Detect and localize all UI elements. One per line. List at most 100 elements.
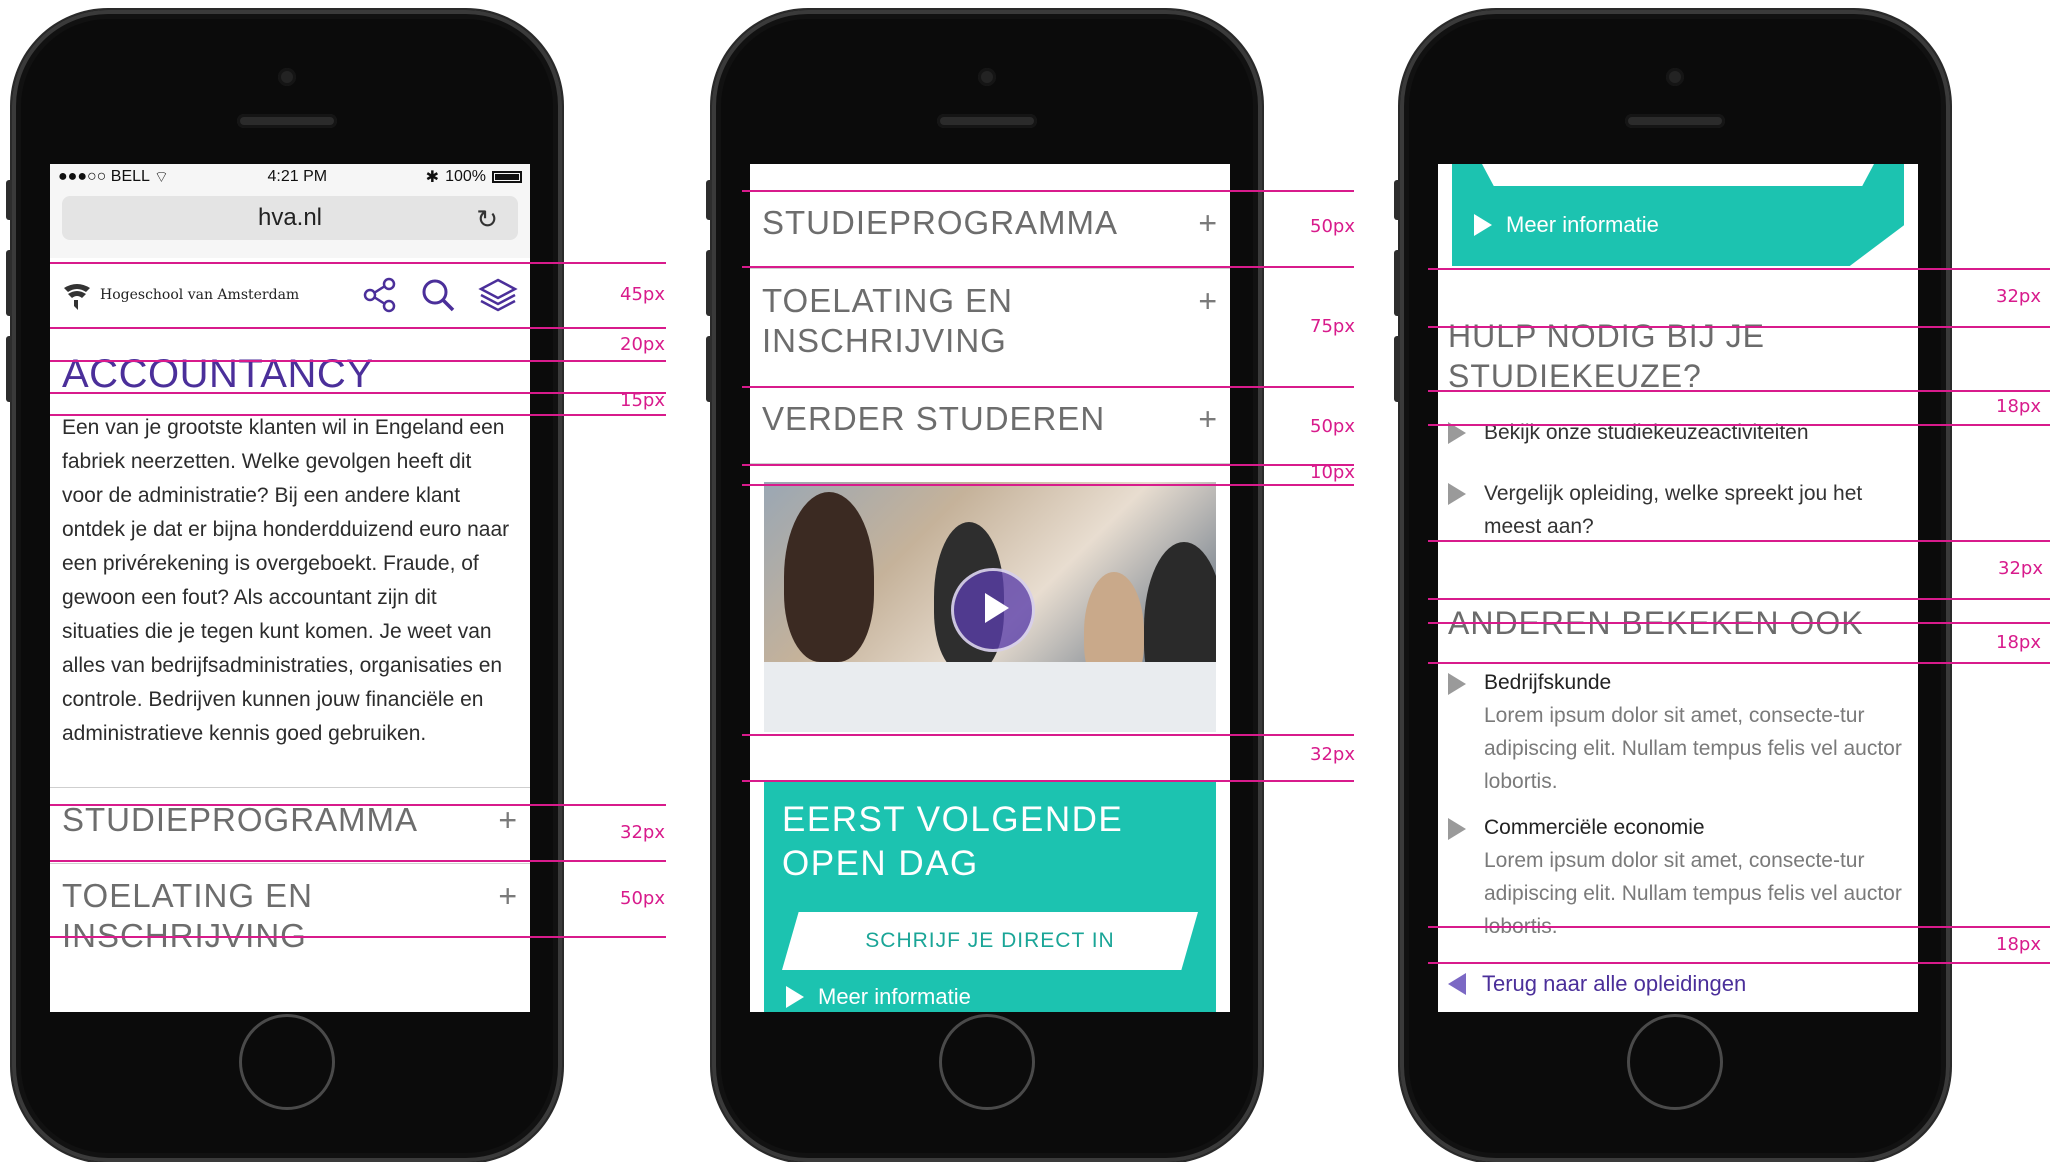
- plus-icon: +: [498, 878, 518, 914]
- spacing-guide-line: [742, 780, 1354, 782]
- spacing-guide-line: [1428, 268, 2050, 270]
- open-day-panel: EERST VOLGENDE OPEN DAG SCHRIJF JE DIREC…: [764, 780, 1216, 1012]
- home-button[interactable]: [239, 1014, 335, 1110]
- earpiece-speaker: [237, 114, 337, 128]
- related-course-title: Commerciële economie: [1484, 816, 1705, 839]
- spacing-guide-line: [1428, 662, 2050, 664]
- carrier-label: ●●●○○ BELL: [58, 168, 150, 185]
- front-camera: [1666, 68, 1684, 86]
- screen-1: ●●●○○ BELL ⌔ 4:21 PM ✱ 100% hva.nl ↻ Hoges…: [50, 164, 530, 1012]
- earpiece-speaker: [937, 114, 1037, 128]
- spacing-label: 20px: [620, 334, 665, 355]
- spacing-label: 32px: [620, 822, 665, 843]
- play-arrow-icon: [1448, 483, 1466, 505]
- play-button-icon[interactable]: [951, 568, 1035, 652]
- volume-up-button: [1394, 250, 1400, 316]
- spacing-guide-line: [50, 804, 666, 806]
- accordion-toelating[interactable]: TOELATING EN INSCHRIJVING +: [750, 268, 1230, 386]
- front-camera: [278, 68, 296, 86]
- intro-text: Een van je grootste klanten wil in Engel…: [62, 416, 510, 745]
- hva-logo-text: Hogeschool van Amsterdam: [100, 287, 300, 303]
- spacing-guide-line: [50, 414, 666, 416]
- accordion-label: STUDIEPROGRAMMA: [62, 801, 419, 838]
- related-course[interactable]: Bedrijfskunde Lorem ipsum dolor sit amet…: [1438, 667, 1918, 798]
- play-arrow-icon: [1474, 214, 1492, 236]
- clock: 4:21 PM: [267, 168, 328, 185]
- accordion-verder-studeren[interactable]: VERDER STUDEREN +: [750, 386, 1230, 464]
- video-player[interactable]: [764, 482, 1216, 732]
- volume-up-button: [6, 250, 12, 316]
- play-arrow-icon: [786, 986, 804, 1008]
- more-info-link[interactable]: Meer informatie: [1474, 212, 1659, 238]
- related-course-title: Bedrijfskunde: [1484, 671, 1612, 694]
- spacing-label: 50px: [1310, 416, 1355, 437]
- front-camera: [978, 68, 996, 86]
- plus-icon: +: [1198, 205, 1218, 241]
- mute-switch: [6, 180, 12, 220]
- back-label: Terug naar alle opleidingen: [1482, 971, 1747, 996]
- phone-mockup-1: ●●●○○ BELL ⌔ 4:21 PM ✱ 100% hva.nl ↻ Hoges…: [6, 10, 562, 1162]
- share-icon[interactable]: [362, 277, 398, 313]
- phone-mockup-3: Meer informatie HULP NODIG BIJ JE STUDIE…: [1394, 10, 1950, 1162]
- spacing-guide-line: [1428, 598, 2050, 600]
- back-arrow-icon: [1448, 973, 1466, 995]
- mute-switch: [1394, 180, 1400, 220]
- more-info-label: Meer informatie: [1506, 212, 1659, 237]
- accordion-toelating[interactable]: TOELATING EN INSCHRIJVING +: [50, 863, 530, 968]
- related-course-desc: Lorem ipsum dolor sit amet, consecte-tur…: [1484, 704, 1902, 793]
- spacing-label: 32px: [1998, 558, 2043, 579]
- accordion-studieprogramma[interactable]: STUDIEPROGRAMMA +: [50, 787, 530, 863]
- battery-icon: [492, 171, 522, 183]
- spacing-guide-line: [1428, 390, 2050, 392]
- screen-3: Meer informatie HULP NODIG BIJ JE STUDIE…: [1438, 164, 1918, 1012]
- spacing-label: 50px: [620, 888, 665, 909]
- url-text: hva.nl: [257, 204, 323, 231]
- open-day-title: EERST VOLGENDE OPEN DAG: [782, 800, 1124, 883]
- play-arrow-icon: [1448, 818, 1466, 840]
- spacing-guide-line: [1428, 540, 2050, 542]
- volume-down-button: [706, 336, 712, 402]
- mute-switch: [706, 180, 712, 220]
- help-link-compare[interactable]: Vergelijk opleiding, welke spreekt jou h…: [1438, 477, 1918, 543]
- page-title: ACCOUNTANCY: [62, 352, 374, 396]
- help-link-label: Bekijk onze studiekeuzeactiviteiten: [1484, 421, 1809, 444]
- volume-up-button: [706, 250, 712, 316]
- spacing-label: 15px: [620, 390, 665, 411]
- layers-menu-icon[interactable]: [478, 277, 518, 313]
- help-section-title: HULP NODIG BIJ JE STUDIEKEUZE?: [1448, 318, 1765, 394]
- more-info-link[interactable]: Meer informatie: [782, 970, 1198, 1012]
- volume-down-button: [1394, 336, 1400, 402]
- spacing-guide-line: [742, 484, 1354, 486]
- related-course[interactable]: Commerciële economie Lorem ipsum dolor s…: [1438, 812, 1918, 943]
- volume-down-button: [6, 336, 12, 402]
- spacing-guide-line: [742, 266, 1354, 268]
- accordion-label: TOELATING EN INSCHRIJVING: [762, 282, 1013, 359]
- hva-logo[interactable]: Hogeschool van Amsterdam: [62, 280, 362, 310]
- screen-2: STUDIEPROGRAMMA + TOELATING EN INSCHRIJV…: [750, 164, 1230, 1012]
- video-thumbnail-table: [764, 662, 1216, 732]
- spacing-guide-line: [50, 262, 666, 264]
- video-thumbnail-student: [784, 492, 874, 662]
- earpiece-speaker: [1625, 114, 1725, 128]
- accordion-label: STUDIEPROGRAMMA: [762, 204, 1119, 241]
- help-link-activities[interactable]: Bekijk onze studiekeuzeactiviteiten: [1438, 416, 1918, 449]
- accordion-label: VERDER STUDEREN: [762, 400, 1106, 437]
- home-button[interactable]: [1627, 1014, 1723, 1110]
- bluetooth-icon: ✱: [425, 169, 440, 186]
- accordion-label: TOELATING EN INSCHRIJVING: [62, 877, 313, 954]
- spacing-label: 18px: [1996, 934, 2041, 955]
- spacing-guide-line: [50, 360, 666, 362]
- spacing-label: 75px: [1310, 316, 1355, 337]
- spacing-guide-line: [1428, 962, 2050, 964]
- spacing-label: 32px: [1310, 744, 1355, 765]
- search-icon[interactable]: [420, 277, 456, 313]
- spacing-guide-line: [742, 464, 1354, 466]
- spacing-label: 18px: [1996, 396, 2041, 417]
- home-button[interactable]: [939, 1014, 1035, 1110]
- accordion-studieprogramma[interactable]: STUDIEPROGRAMMA +: [750, 190, 1230, 268]
- url-bar[interactable]: hva.nl ↻: [62, 196, 518, 240]
- register-button[interactable]: SCHRIJF JE DIRECT IN: [782, 912, 1198, 970]
- back-to-courses-link[interactable]: Terug naar alle opleidingen: [1438, 971, 1918, 997]
- browser-toolbar: hva.nl ↻: [50, 190, 530, 258]
- reload-icon[interactable]: ↻: [476, 204, 498, 235]
